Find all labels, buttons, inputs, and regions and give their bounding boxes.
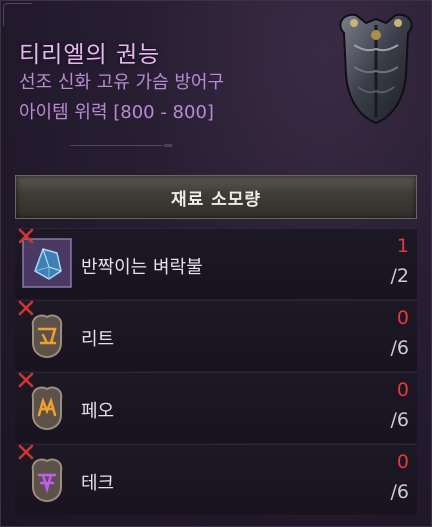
- material-row: 페오 0 /6: [15, 372, 417, 443]
- material-owned-count: 0: [396, 379, 409, 401]
- item-power: 아이템 위력 [800 - 800]: [19, 102, 214, 123]
- unavailable-x-icon: [18, 300, 34, 316]
- item-name: 티리엘의 권능: [19, 42, 161, 68]
- materials-header-label: 재료 소모량: [170, 189, 262, 210]
- material-owned-count: 0: [396, 451, 409, 473]
- material-required-count: /6: [390, 481, 410, 503]
- unavailable-x-icon: [18, 444, 34, 460]
- divider-ornament: [70, 144, 173, 147]
- item-type: 선조 신화 고유 가슴 방어구: [19, 72, 225, 93]
- material-required-count: /6: [390, 337, 410, 359]
- materials-header: 재료 소모량: [15, 175, 417, 219]
- material-name: 리트: [81, 329, 115, 350]
- material-row: 반짝이는 벼락불 1 /2: [15, 228, 417, 299]
- item-tooltip-panel: 티리엘의 권능 선조 신화 고유 가슴 방어구 아이템 위력 [800 - 80…: [0, 0, 432, 527]
- unavailable-x-icon: [18, 228, 34, 244]
- chest-armor-icon: [339, 13, 413, 125]
- material-row: 테크 0 /6: [15, 444, 417, 515]
- material-owned-count: 1: [396, 235, 409, 257]
- material-name: 반짝이는 벼락불: [81, 257, 203, 278]
- unavailable-x-icon: [18, 372, 34, 388]
- corner-ornament: [3, 3, 32, 26]
- material-required-count: /2: [390, 265, 410, 287]
- material-owned-count: 0: [396, 307, 409, 329]
- material-required-count: /6: [390, 409, 410, 431]
- material-row: 리트 0 /6: [15, 300, 417, 371]
- material-name: 페오: [81, 401, 115, 422]
- material-name: 테크: [81, 473, 115, 494]
